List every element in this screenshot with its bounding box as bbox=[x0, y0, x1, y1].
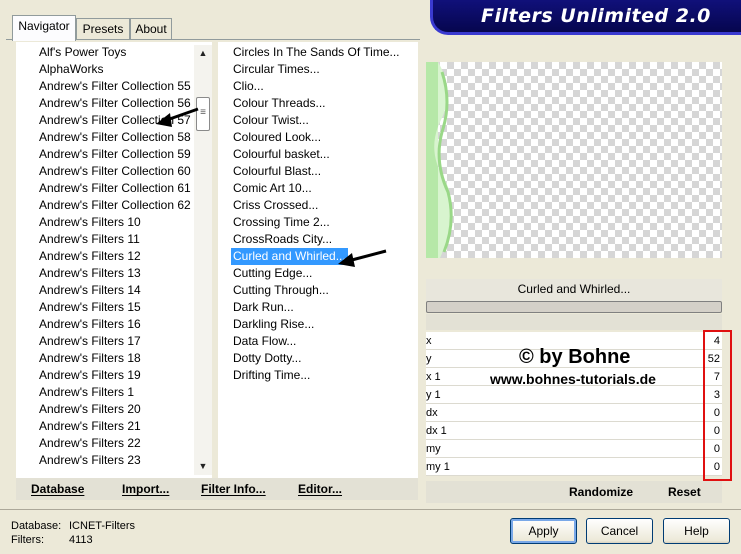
category-item[interactable]: Andrew's Filter Collection 61 bbox=[39, 180, 191, 197]
param-value[interactable]: 3 bbox=[714, 386, 720, 404]
filter-item[interactable]: Circles In The Sands Of Time... bbox=[231, 44, 402, 61]
filter-item[interactable]: Darkling Rise... bbox=[231, 316, 316, 333]
tab-navigator[interactable]: Navigator bbox=[12, 15, 76, 41]
filter-item[interactable]: Cutting Through... bbox=[231, 282, 331, 299]
randomize-button[interactable]: Randomize bbox=[569, 481, 633, 503]
apply-button[interactable]: Apply bbox=[510, 518, 577, 544]
category-item[interactable]: Andrew's Filters 13 bbox=[39, 265, 141, 282]
category-item[interactable]: Andrew's Filters 1 bbox=[39, 384, 134, 401]
app-title-banner: Filters Unlimited 2.0 bbox=[430, 0, 741, 35]
category-item[interactable]: Andrew's Filter Collection 55 bbox=[39, 78, 191, 95]
param-label: y bbox=[426, 353, 432, 365]
category-item[interactable]: Alf's Power Toys bbox=[39, 44, 126, 61]
filter-item[interactable]: Drifting Time... bbox=[231, 367, 312, 384]
filter-item[interactable]: Colourful basket... bbox=[231, 146, 332, 163]
action-strip: Database Import... Filter Info... Editor… bbox=[16, 478, 418, 500]
category-item[interactable]: Andrew's Filters 18 bbox=[39, 350, 141, 367]
filter-item[interactable]: Colour Threads... bbox=[231, 95, 328, 112]
editor-button[interactable]: Editor... bbox=[298, 478, 342, 500]
param-label: my bbox=[426, 443, 441, 455]
param-row[interactable]: dx 1 0 bbox=[426, 422, 722, 440]
filter-item[interactable]: Colour Twist... bbox=[231, 112, 311, 129]
progress-bar bbox=[426, 301, 722, 313]
category-item[interactable]: Andrew's Filters 23 bbox=[39, 452, 141, 469]
filter-item[interactable]: Crossing Time 2... bbox=[231, 214, 332, 231]
filter-item-selected[interactable]: Curled and Whirled... bbox=[231, 248, 348, 265]
param-value[interactable]: 0 bbox=[714, 422, 720, 440]
watermark-copyright: © by Bohne bbox=[519, 346, 631, 368]
tab-presets[interactable]: Presets bbox=[76, 18, 130, 40]
category-item[interactable]: Andrew's Filters 16 bbox=[39, 316, 141, 333]
filters-count-label: Filters: bbox=[11, 534, 44, 546]
footer-separator bbox=[0, 509, 741, 510]
category-item[interactable]: Andrew's Filters 20 bbox=[39, 401, 141, 418]
filter-item[interactable]: Criss Crossed... bbox=[231, 197, 320, 214]
param-value[interactable]: 52 bbox=[708, 350, 720, 368]
category-item[interactable]: Andrew's Filters 17 bbox=[39, 333, 141, 350]
param-action-strip: Randomize Reset bbox=[426, 481, 722, 503]
param-label: y 1 bbox=[426, 389, 441, 401]
category-item[interactable]: Andrew's Filter Collection 62 bbox=[39, 197, 191, 214]
filter-item[interactable]: Clio... bbox=[231, 78, 266, 95]
param-row[interactable]: my 0 bbox=[426, 440, 722, 458]
param-value[interactable]: 7 bbox=[714, 368, 720, 386]
tab-about[interactable]: About bbox=[130, 18, 172, 40]
filter-info-button[interactable]: Filter Info... bbox=[201, 478, 266, 500]
filters-count-value: 4113 bbox=[69, 534, 93, 546]
param-label: x 1 bbox=[426, 371, 441, 383]
filter-item[interactable]: Circular Times... bbox=[231, 61, 322, 78]
database-info-label: Database: bbox=[11, 520, 62, 532]
category-item[interactable]: Andrew's Filters 19 bbox=[39, 367, 141, 384]
arrow-pointer-icon bbox=[156, 107, 199, 127]
param-row[interactable]: my 1 0 bbox=[426, 458, 722, 476]
database-button[interactable]: Database bbox=[31, 478, 84, 500]
category-item[interactable]: Andrew's Filter Collection 58 bbox=[39, 129, 191, 146]
filter-item[interactable]: Coloured Look... bbox=[231, 129, 323, 146]
filter-item[interactable]: Colourful Blast... bbox=[231, 163, 323, 180]
current-filter-name: Curled and Whirled... bbox=[426, 279, 722, 301]
param-row[interactable]: dx 0 bbox=[426, 404, 722, 422]
filter-item[interactable]: CrossRoads City... bbox=[231, 231, 334, 248]
filter-item[interactable]: Comic Art 10... bbox=[231, 180, 314, 197]
category-item[interactable]: Andrew's Filter Collection 60 bbox=[39, 163, 191, 180]
param-label: dx 1 bbox=[426, 425, 447, 437]
param-value[interactable]: 4 bbox=[714, 332, 720, 350]
scroll-up-button[interactable]: ▲ bbox=[194, 45, 212, 62]
filter-list[interactable]: Circles In The Sands Of Time... Circular … bbox=[218, 42, 418, 478]
category-item[interactable]: Andrew's Filters 12 bbox=[39, 248, 141, 265]
database-info-value: ICNET-Filters bbox=[69, 520, 135, 532]
category-item[interactable]: Andrew's Filters 10 bbox=[39, 214, 141, 231]
param-label: x bbox=[426, 335, 432, 347]
preview-green-pattern bbox=[426, 62, 453, 258]
reset-button[interactable]: Reset bbox=[668, 481, 701, 503]
category-item[interactable]: Andrew's Filters 21 bbox=[39, 418, 141, 435]
category-item[interactable]: Andrew's Filters 14 bbox=[39, 282, 141, 299]
param-value[interactable]: 0 bbox=[714, 404, 720, 422]
param-label: my 1 bbox=[426, 461, 450, 473]
cancel-button[interactable]: Cancel bbox=[586, 518, 653, 544]
arrow-pointer-icon bbox=[338, 249, 387, 267]
param-row[interactable]: y 1 3 bbox=[426, 386, 722, 404]
category-item[interactable]: Andrew's Filters 11 bbox=[39, 231, 140, 248]
category-item[interactable]: AlphaWorks bbox=[39, 61, 103, 78]
filter-item[interactable]: Dotty Dotty... bbox=[231, 350, 303, 367]
category-item[interactable]: Andrew's Filters 15 bbox=[39, 299, 141, 316]
filter-item[interactable]: Data Flow... bbox=[231, 333, 298, 350]
category-item[interactable]: Andrew's Filter Collection 59 bbox=[39, 146, 191, 163]
param-header-bar bbox=[426, 314, 722, 330]
param-label: dx bbox=[426, 407, 438, 419]
param-value[interactable]: 0 bbox=[714, 440, 720, 458]
watermark-url: www.bohnes-tutorials.de bbox=[490, 371, 656, 387]
filter-item[interactable]: Cutting Edge... bbox=[231, 265, 314, 282]
scroll-down-button[interactable]: ▼ bbox=[194, 458, 212, 475]
preview-canvas[interactable] bbox=[426, 62, 722, 258]
category-item[interactable]: Andrew's Filters 22 bbox=[39, 435, 141, 452]
help-button[interactable]: Help bbox=[663, 518, 730, 544]
param-value[interactable]: 0 bbox=[714, 458, 720, 476]
filter-item[interactable]: Dark Run... bbox=[231, 299, 296, 316]
import-button[interactable]: Import... bbox=[122, 478, 169, 500]
